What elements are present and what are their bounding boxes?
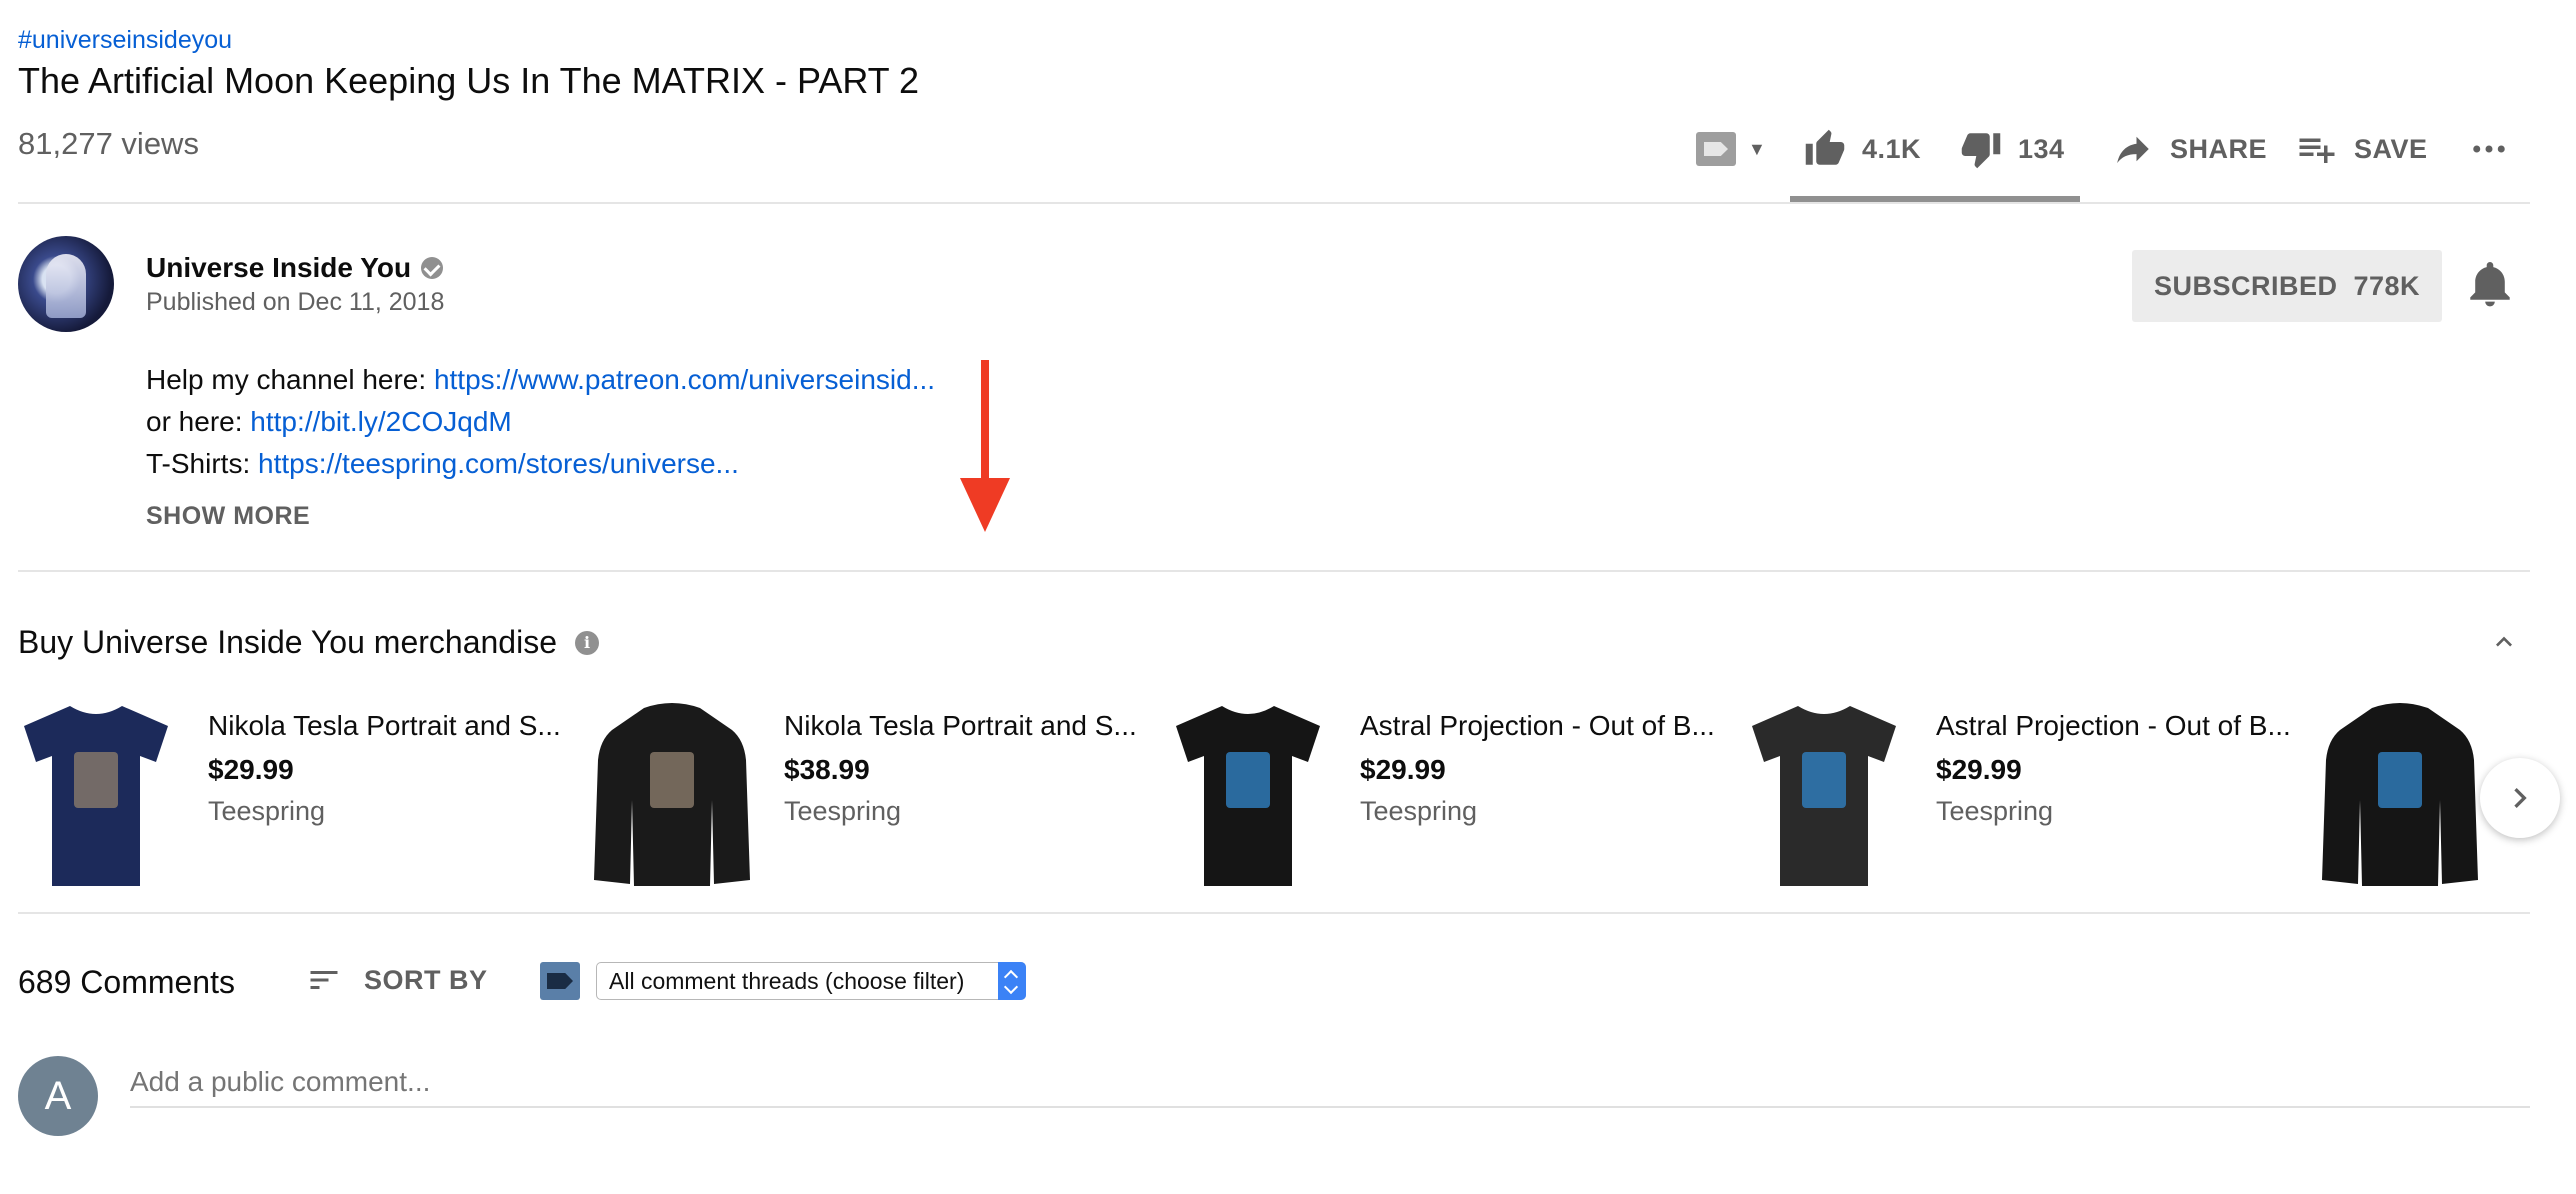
thumbs-up-icon	[1805, 129, 1845, 165]
save-button[interactable]: SAVE	[2296, 128, 2428, 170]
merch-price: $38.99	[784, 754, 870, 785]
merch-info: Astral Projection - Out of B... $29.99 Tee…	[1360, 710, 1720, 827]
divider	[18, 912, 2530, 914]
description-line: or here: http://bit.ly/2COJqdM	[146, 406, 512, 438]
teespring-link[interactable]: https://teespring.com/stores/universe...	[258, 448, 739, 479]
like-button[interactable]: 4.1K	[1804, 128, 1921, 170]
description-text: or here:	[146, 406, 251, 437]
verified-icon	[421, 257, 444, 279]
filter-value: All comment threads (choose filter)	[609, 968, 965, 994]
iq-filter-icon[interactable]	[540, 962, 580, 1000]
user-avatar: A	[18, 1056, 98, 1136]
subscribe-button[interactable]: SUBSCRIBED 778K	[2132, 250, 2442, 322]
dislike-button[interactable]: 134	[1960, 128, 2065, 170]
hoodie-image[interactable]	[2322, 700, 2478, 890]
tshirt-image[interactable]	[1746, 700, 1902, 890]
video-title: The Artificial Moon Keeping Us In The MA…	[18, 60, 920, 101]
merch-price: $29.99	[1936, 754, 2022, 785]
merch-seller: Teespring	[784, 796, 902, 826]
chevron-up-icon[interactable]	[2488, 626, 2520, 658]
merch-price: $29.99	[208, 754, 294, 785]
subscriber-count: 778K	[2353, 270, 2421, 301]
red-annotation-arrow-icon	[960, 360, 1010, 532]
info-icon[interactable]: i	[574, 630, 599, 655]
patreon-link[interactable]: https://www.patreon.com/universeinsid...	[434, 364, 935, 395]
tshirt-image[interactable]	[18, 700, 174, 890]
description-text: Help my channel here:	[146, 364, 434, 395]
hashtag-link[interactable]: #universeinsideyou	[18, 26, 232, 55]
merch-shelf-header: Buy Universe Inside You merchandise i	[18, 624, 599, 661]
merch-seller: Teespring	[1360, 796, 1478, 826]
thumbs-down-icon	[1961, 133, 2001, 169]
iq-extension-button[interactable]: ▼	[1696, 132, 1766, 166]
channel-avatar[interactable]	[18, 236, 114, 332]
merch-seller: Teespring	[208, 796, 326, 826]
merch-next-button[interactable]	[2480, 758, 2560, 838]
sort-icon	[310, 971, 338, 989]
comment-filter-select[interactable]: All comment threads (choose filter)	[596, 962, 1026, 1000]
notification-bell-button[interactable]	[2470, 262, 2510, 308]
merch-seller: Teespring	[1936, 796, 2054, 826]
playlist-add-icon	[2299, 138, 2335, 163]
share-arrow-icon	[2117, 136, 2149, 163]
merch-name[interactable]: Nikola Tesla Portrait and S...	[784, 710, 1144, 742]
description-line: T-Shirts: https://teespring.com/stores/u…	[146, 448, 739, 480]
sort-by-button[interactable]: SORT BY	[304, 962, 488, 998]
select-stepper-icon	[998, 962, 1026, 1000]
channel-name[interactable]: Universe Inside You	[146, 252, 411, 284]
hoodie-image[interactable]	[594, 700, 750, 890]
show-more-button[interactable]: SHOW MORE	[146, 502, 310, 531]
chevron-right-icon	[2514, 788, 2527, 808]
bell-icon	[2470, 262, 2510, 307]
sort-label: SORT BY	[364, 964, 488, 995]
share-button[interactable]: SHARE	[2112, 128, 2267, 170]
merch-title: Buy Universe Inside You merchandise	[18, 624, 557, 660]
description-line: Help my channel here: https://www.patreo…	[146, 364, 935, 396]
merch-name[interactable]: Nikola Tesla Portrait and S...	[208, 710, 568, 742]
divider	[18, 570, 2530, 572]
merch-info: Nikola Tesla Portrait and S... $29.99 Tees…	[208, 710, 568, 827]
more-horizontal-icon	[2473, 145, 2505, 153]
merch-price: $29.99	[1360, 754, 1446, 785]
tshirt-image[interactable]	[1170, 700, 1326, 890]
caret-down-icon: ▼	[1748, 138, 1766, 159]
merch-info: Astral Projection - Out of B... $29.99 Tee…	[1936, 710, 2296, 827]
like-count: 4.1K	[1862, 133, 1922, 164]
merch-info: Nikola Tesla Portrait and S... $38.99 Tees…	[784, 710, 1144, 827]
dislike-count: 134	[2018, 133, 2065, 164]
divider	[18, 202, 2530, 204]
channel-name-row[interactable]: Universe Inside You	[146, 252, 444, 284]
save-label: SAVE	[2354, 133, 2428, 164]
more-actions-button[interactable]	[2468, 128, 2510, 170]
subscribed-label: SUBSCRIBED	[2153, 270, 2338, 301]
share-label: SHARE	[2170, 133, 2268, 164]
bitly-link[interactable]: http://bit.ly/2COJqdM	[250, 406, 511, 437]
merch-name[interactable]: Astral Projection - Out of B...	[1936, 710, 2296, 742]
comment-input[interactable]	[130, 1058, 2530, 1108]
comment-count: 689 Comments	[18, 964, 235, 1000]
publish-date: Published on Dec 11, 2018	[146, 288, 445, 316]
merch-name[interactable]: Astral Projection - Out of B...	[1360, 710, 1720, 742]
view-count: 81,277 views	[18, 126, 199, 161]
description-text: T-Shirts:	[146, 448, 259, 479]
iq-logo-icon	[1696, 132, 1736, 166]
